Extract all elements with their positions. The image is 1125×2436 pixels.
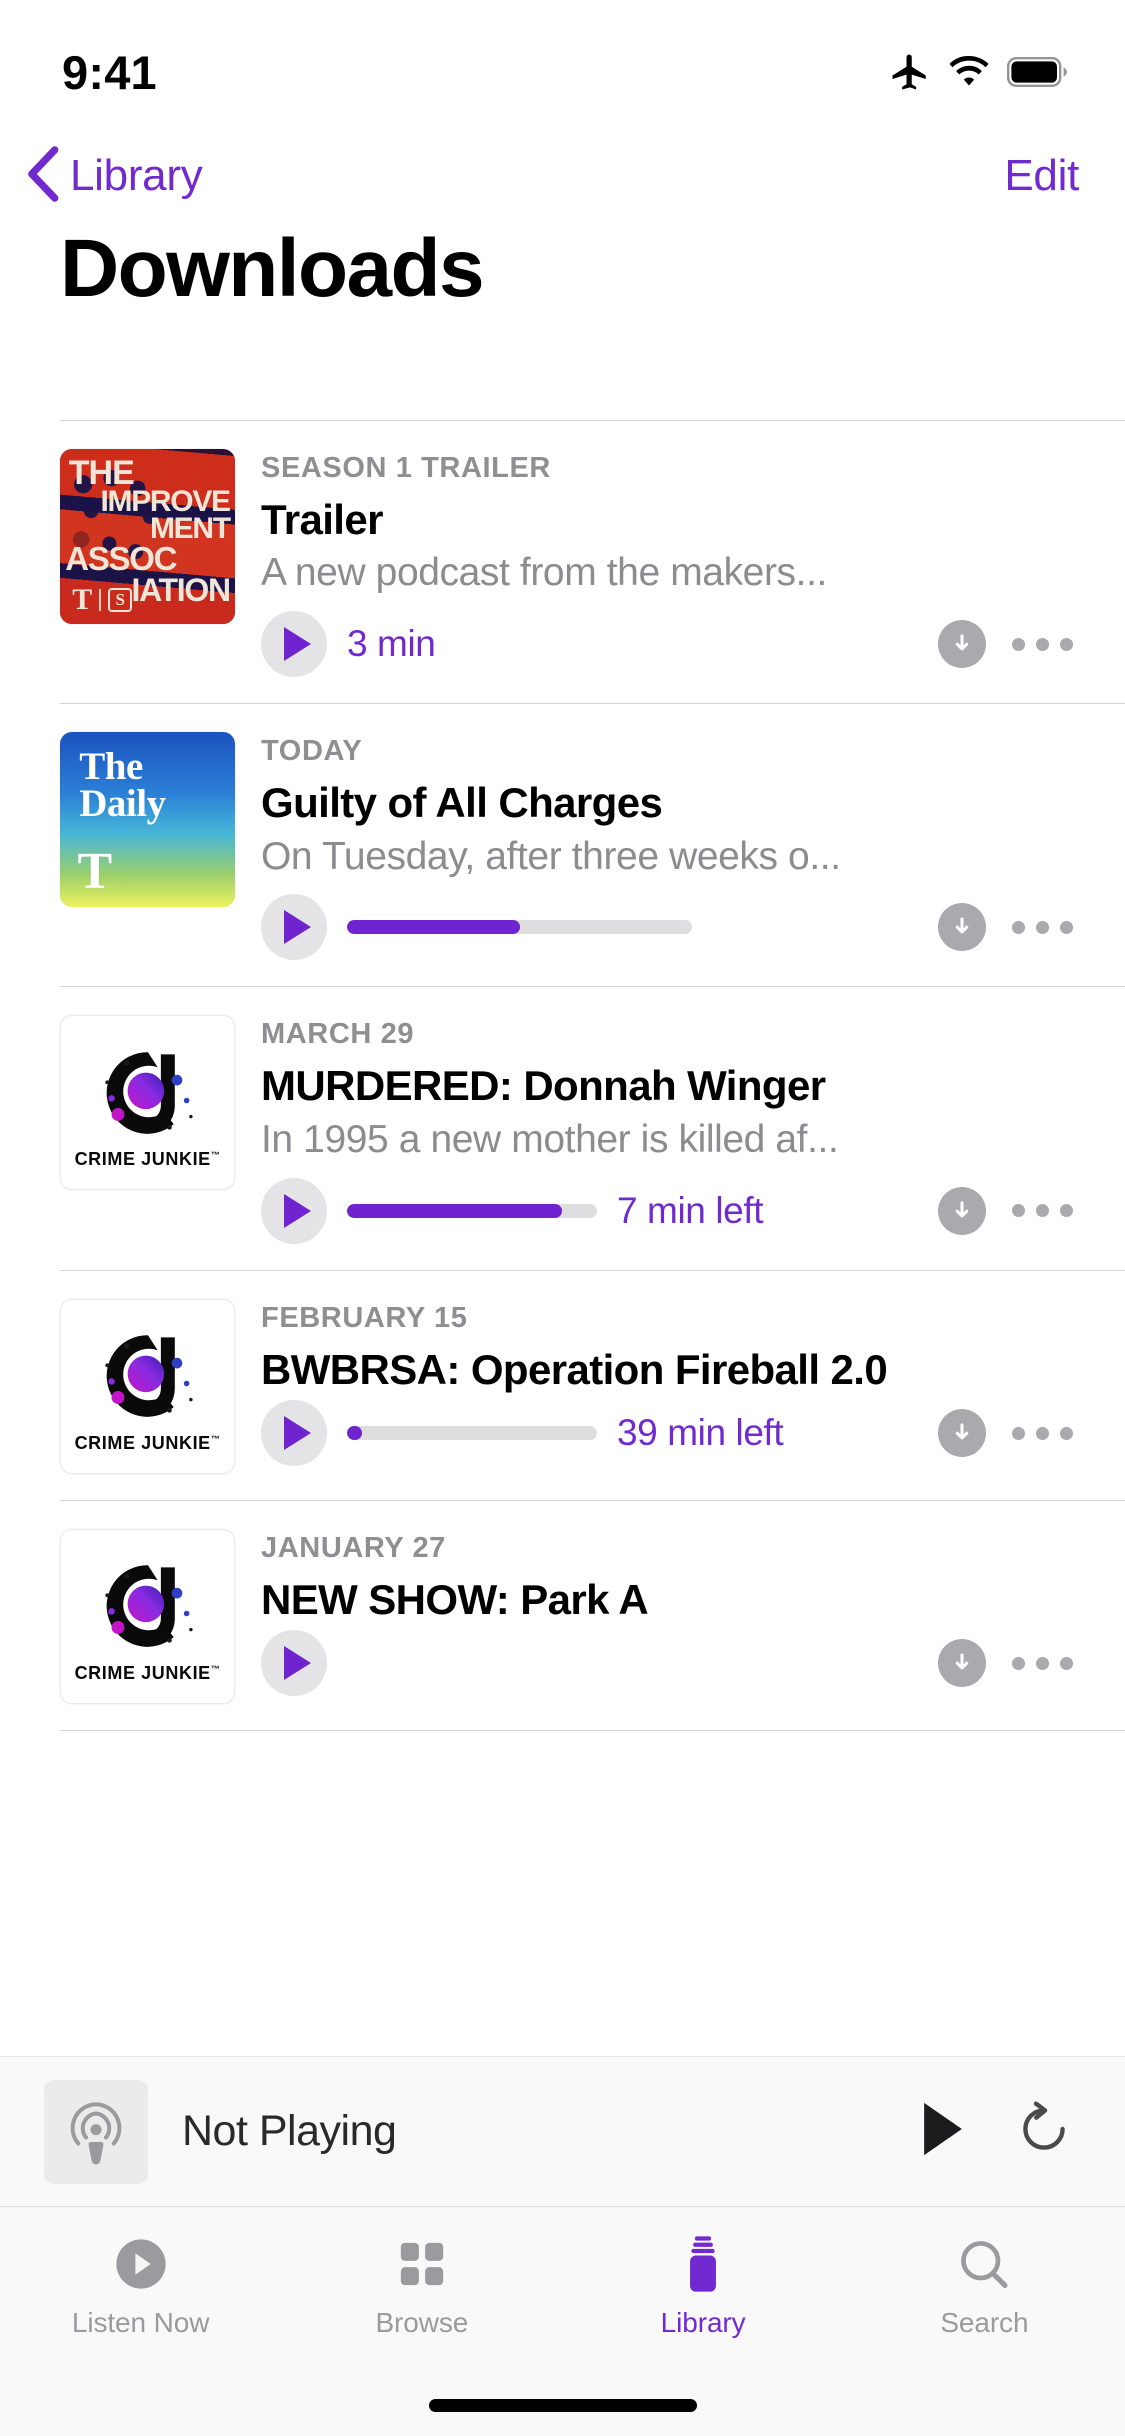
episode-progress-fill xyxy=(347,1426,362,1441)
episode-controls: 3 min xyxy=(261,611,1081,678)
download-circle-icon[interactable] xyxy=(938,1409,986,1458)
downloads-list[interactable]: THE IMPROVE MENT ASSOC IATION T S SEASON 1 TRAI… xyxy=(0,420,1125,2020)
artwork-crime-junkie: CRIME JUNKIE™ xyxy=(60,1298,235,1474)
artwork-label: CRIME JUNKIE™ xyxy=(74,1432,221,1453)
mini-player-title: Not Playing xyxy=(182,2107,397,2155)
episode-controls xyxy=(261,1630,1081,1697)
episode-title: BWBRSA: Operation Fireball 2.0 xyxy=(261,1345,888,1393)
episode-title: Guilty of All Charges xyxy=(261,779,663,827)
tab-library-label: Library xyxy=(660,2307,746,2338)
episode-controls: 39 min left xyxy=(261,1400,1081,1467)
tab-browse-label: Browse xyxy=(375,2307,469,2338)
nyt-logo: T xyxy=(77,843,113,901)
episode-title: NEW SHOW: Park A xyxy=(261,1575,649,1623)
tab-library[interactable]: Library xyxy=(563,2233,844,2339)
episode-description: A new podcast from the makers... xyxy=(261,551,827,595)
download-circle-icon[interactable] xyxy=(938,620,986,669)
episode-title: MURDERED: Donnah Winger xyxy=(261,1062,826,1110)
play-circle-icon xyxy=(112,2233,170,2295)
artwork-the-daily: The Daily T xyxy=(60,732,235,908)
ellipsis-icon[interactable] xyxy=(1006,911,1079,944)
episode-row[interactable]: CRIME JUNKIE™ MARCH 29 MURDERED: Donnah Wi… xyxy=(0,987,1125,1269)
page-title: Downloads xyxy=(60,223,485,314)
episode-row-body: JANUARY 27 NEW SHOW: Park A xyxy=(261,1529,1081,1697)
episode-divider xyxy=(60,1729,1125,1731)
episode-eyebrow: TODAY xyxy=(261,735,363,768)
artwork-line-2: Daily xyxy=(79,782,166,826)
episode-progress-bar[interactable] xyxy=(347,1203,597,1218)
download-circle-icon[interactable] xyxy=(938,1639,986,1688)
play-icon[interactable] xyxy=(261,894,327,961)
download-circle-icon[interactable] xyxy=(938,1186,986,1235)
episode-progress-fill xyxy=(347,920,520,935)
wifi-icon xyxy=(947,56,991,88)
artwork-label: CRIME JUNKIE™ xyxy=(74,1662,221,1683)
tab-search-label: Search xyxy=(940,2307,1029,2338)
episode-row[interactable]: THE IMPROVE MENT ASSOC IATION T S SEASON 1 TRAI… xyxy=(0,421,1125,703)
edit-button[interactable]: Edit xyxy=(1004,151,1079,201)
status-bar-time: 9:41 xyxy=(62,45,157,99)
battery-icon xyxy=(1007,56,1069,88)
back-button-library[interactable]: Library xyxy=(26,145,203,207)
episode-duration-label: 7 min left xyxy=(617,1189,764,1231)
episode-row[interactable]: CRIME JUNKIE™ FEBRUARY 15 BWBRSA: Operatio… xyxy=(0,1271,1125,1500)
episode-row-body: TODAY Guilty of All Charges On Tuesday, af… xyxy=(261,732,1081,961)
episode-title: Trailer xyxy=(261,495,383,543)
play-icon[interactable] xyxy=(261,1630,327,1697)
airplane-mode-icon xyxy=(889,51,931,93)
tab-listen-now[interactable]: Listen Now xyxy=(0,2233,281,2339)
ellipsis-icon[interactable] xyxy=(1006,628,1079,661)
artwork-line-2: IMPROVE MENT xyxy=(100,484,231,546)
episode-eyebrow: FEBRUARY 15 xyxy=(261,1301,468,1334)
episode-progress-bar[interactable] xyxy=(347,920,692,935)
tab-search[interactable]: Search xyxy=(844,2233,1125,2339)
mini-player-skip-forward-button[interactable] xyxy=(1011,2094,1077,2169)
grid-squares-icon xyxy=(395,2233,449,2295)
episode-progress-fill xyxy=(347,1203,562,1218)
episode-duration-label: 3 min xyxy=(347,623,436,665)
magnifying-glass-icon xyxy=(956,2233,1012,2295)
home-indicator xyxy=(428,2399,697,2412)
artwork-line-1: The xyxy=(79,744,143,788)
artwork-crime-junkie: CRIME JUNKIE™ xyxy=(60,1015,235,1191)
mini-player[interactable]: Not Playing xyxy=(0,2056,1125,2206)
episode-controls: 7 min left xyxy=(261,1177,1081,1244)
ellipsis-icon[interactable] xyxy=(1006,1194,1079,1227)
episode-eyebrow: SEASON 1 TRAILER xyxy=(261,452,551,484)
tab-listen-now-label: Listen Now xyxy=(71,2307,210,2338)
navigation-bar: Library Edit xyxy=(0,132,1125,220)
podcasts-app-icon xyxy=(44,2079,148,2184)
status-bar-icons xyxy=(889,51,1069,93)
serial-logo: S xyxy=(108,588,133,613)
episode-progress-bar[interactable] xyxy=(347,1426,597,1441)
library-books-icon xyxy=(676,2233,730,2295)
download-circle-icon[interactable] xyxy=(938,903,986,952)
mini-player-play-button[interactable] xyxy=(909,2094,977,2169)
artwork-label: CRIME JUNKIE™ xyxy=(74,1149,221,1170)
episode-row-body: SEASON 1 TRAILER Trailer A new podcast fro… xyxy=(261,449,1081,678)
episode-eyebrow: JANUARY 27 xyxy=(261,1531,446,1564)
episode-description: On Tuesday, after three weeks o... xyxy=(261,834,841,878)
artwork-crime-junkie: CRIME JUNKIE™ xyxy=(60,1528,235,1704)
episode-row-body: FEBRUARY 15 BWBRSA: Operation Fireball 2.… xyxy=(261,1299,1081,1467)
episode-row-body: MARCH 29 MURDERED: Donnah Winger In 1995 a… xyxy=(261,1015,1081,1244)
ellipsis-icon[interactable] xyxy=(1006,1417,1079,1450)
ellipsis-icon[interactable] xyxy=(1006,1647,1079,1680)
episode-controls xyxy=(261,894,1081,961)
play-icon[interactable] xyxy=(261,1177,327,1244)
tab-browse[interactable]: Browse xyxy=(281,2233,562,2339)
nyt-logo: T xyxy=(72,583,93,617)
episode-description: In 1995 a new mother is killed af... xyxy=(261,1117,839,1161)
artwork-line-4: IATION xyxy=(131,571,231,608)
back-button-label: Library xyxy=(70,151,203,200)
episode-row[interactable]: The Daily T TODAY Guilty of All Charges On Tu… xyxy=(0,704,1125,986)
artwork-improvement-association: THE IMPROVE MENT ASSOC IATION T S xyxy=(60,449,235,624)
play-icon[interactable] xyxy=(261,1400,327,1467)
status-bar: 9:41 xyxy=(0,0,1125,132)
chevron-left-icon xyxy=(26,145,60,207)
episode-duration-label: 39 min left xyxy=(617,1412,784,1454)
play-icon[interactable] xyxy=(261,611,327,678)
episode-row[interactable]: CRIME JUNKIE™ JANUARY 27 NEW SHOW: Park A xyxy=(0,1501,1125,1730)
episode-eyebrow: MARCH 29 xyxy=(261,1018,415,1051)
